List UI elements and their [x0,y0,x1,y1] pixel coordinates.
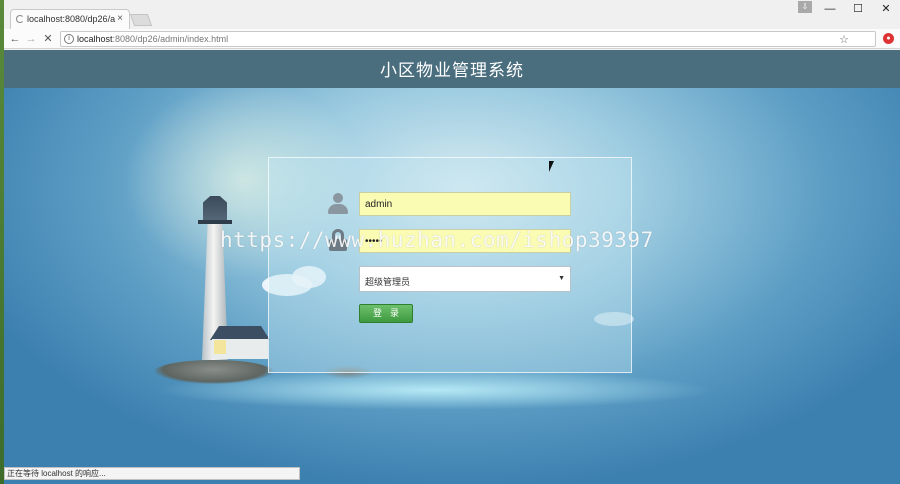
download-icon[interactable]: ⇩ [798,1,812,13]
stop-button[interactable]: ✕ [41,31,55,47]
browser-toolbar: ← → ✕ i localhost:8080/dp26/admin/index.… [4,29,900,49]
minimize-button[interactable]: — [816,0,844,20]
loading-spinner-icon [16,15,24,23]
new-tab-button[interactable] [129,14,153,26]
back-button[interactable]: ← [8,31,22,47]
browser-tab[interactable]: localhost:8080/dp26/a × [10,9,130,29]
username-input[interactable]: admin [359,192,571,216]
bookmark-star-icon[interactable]: ☆ [839,33,849,47]
tab-close-icon[interactable]: × [117,13,123,24]
maximize-button[interactable]: ☐ [844,0,872,20]
tab-title: localhost:8080/dp26/a [27,14,116,24]
tab-strip: localhost:8080/dp26/a × ⇩ — ☐ ✕ [4,0,900,29]
mouse-cursor-icon [549,161,557,172]
window-controls: — ☐ ✕ [816,0,900,20]
close-window-button[interactable]: ✕ [872,0,900,20]
login-panel: admin ••••• 超级管理员 ▼ 登录 [268,157,632,373]
lighthouse-gallery [198,220,232,224]
page-header: 小区物业管理系统 [4,50,900,88]
status-bubble: 正在等待 localhost 的响应... [4,467,300,480]
forward-button[interactable]: → [24,31,38,47]
role-select-value: 超级管理员 [365,277,411,287]
island-rocks [154,360,274,384]
page-viewport: 小区物业管理系统 admin ••••• 超级管理员 ▼ 登录 https://… [4,50,900,484]
chevron-down-icon: ▼ [558,275,565,282]
login-button[interactable]: 登录 [359,304,413,323]
extension-icon[interactable]: ● [883,33,894,44]
user-icon [327,193,349,215]
lighthouse-lamp [203,196,227,222]
url-path: :8080/dp26/admin/index.html [112,34,229,44]
watermark-text: https://www.huzhan.com/ishop39397 [220,228,654,252]
url-host: localhost [77,34,113,44]
keeper-house-roof [210,326,270,340]
role-select[interactable]: 超级管理员 ▼ [359,266,571,292]
info-icon[interactable]: i [64,34,74,44]
page-title: 小区物业管理系统 [380,61,524,80]
browser-window: localhost:8080/dp26/a × ⇩ — ☐ ✕ ← → ✕ i … [4,0,900,484]
house-window-light [214,340,226,354]
address-bar[interactable]: i localhost:8080/dp26/admin/index.html ☆ [60,31,876,47]
